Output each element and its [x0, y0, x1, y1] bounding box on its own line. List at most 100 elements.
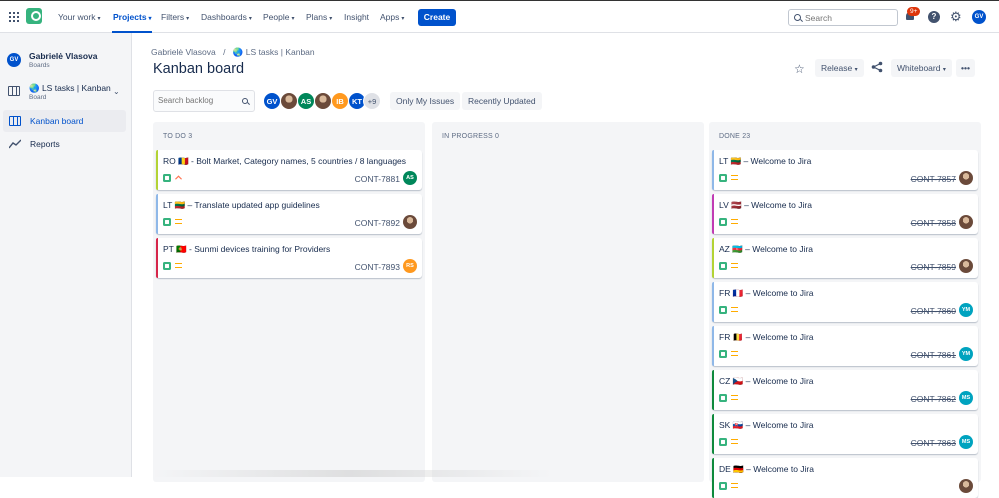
nav-people[interactable]: People ▾	[263, 12, 294, 22]
only-my-issues-filter[interactable]: Only My Issues	[390, 92, 461, 110]
priority-medium-icon	[731, 263, 738, 268]
sidebar-project-name[interactable]: 🌏 LS tasks | Kanban	[29, 83, 111, 94]
notification-count-badge: 9+	[907, 7, 921, 16]
issue-card[interactable]: DE 🇩🇪 – Welcome to Jira	[712, 458, 978, 498]
nav-plans[interactable]: Plans ▾	[306, 12, 332, 22]
card-title: RO 🇷🇴 - Bolt Market, Category names, 5 c…	[163, 156, 407, 166]
nav-filters[interactable]: Filters ▾	[161, 12, 189, 22]
search-backlog-box[interactable]	[153, 90, 255, 112]
nav-dashboards[interactable]: Dashboards ▾	[201, 12, 252, 22]
assignee-avatar[interactable]	[959, 171, 973, 185]
chevron-down-icon[interactable]: ⌄	[113, 87, 120, 96]
nav-apps[interactable]: Apps ▾	[380, 12, 404, 22]
breadcrumb-project[interactable]: 🌏 LS tasks | Kanban	[233, 47, 315, 57]
main-content: Gabrielė Vlasova / 🌏 LS tasks | Kanban K…	[132, 33, 999, 498]
card-title: LV 🇱🇻 – Welcome to Jira	[719, 200, 812, 210]
issue-card[interactable]: LT 🇱🇹 – Welcome to Jira CONT-7857	[712, 150, 978, 190]
app-switcher-icon[interactable]	[9, 12, 19, 22]
search-input[interactable]	[805, 12, 893, 23]
issue-card[interactable]: FR 🇫🇷 – Welcome to Jira CONT-7860 YM	[712, 282, 978, 322]
horizontal-scrollbar[interactable]	[152, 470, 552, 477]
column-header: TO DO 3	[163, 133, 193, 140]
card-color-stripe	[712, 238, 714, 278]
filter-avatar-as[interactable]: AS	[297, 92, 315, 110]
help-icon[interactable]: ?	[928, 11, 940, 23]
sidebar-item-label: Kanban board	[30, 116, 84, 126]
filter-avatar-photo[interactable]	[314, 92, 332, 110]
assignee-avatar[interactable]: YM	[959, 347, 973, 361]
priority-medium-icon	[731, 395, 738, 400]
column-done: DONE 23 LT 🇱🇹 – Welcome to Jira CONT-7857…	[709, 122, 981, 498]
issue-card[interactable]: PT 🇵🇹 - Sunmi devices training for Provi…	[156, 238, 422, 278]
sidebar-item-kanban-board[interactable]: Kanban board	[3, 110, 126, 132]
issue-card[interactable]: CZ 🇨🇿 – Welcome to Jira CONT-7862 MS	[712, 370, 978, 410]
card-title: LT 🇱🇹 – Translate updated app guidelines	[163, 200, 320, 210]
sidebar-item-reports[interactable]: Reports	[3, 133, 126, 155]
issue-card[interactable]: FR 🇧🇪 – Welcome to Jira CONT-7861 YM	[712, 326, 978, 366]
story-icon	[163, 262, 171, 270]
breadcrumb-user[interactable]: Gabrielė Vlasova	[151, 47, 216, 57]
assignee-avatar[interactable]	[959, 215, 973, 229]
filter-avatar-more[interactable]: +9	[363, 92, 381, 110]
create-button[interactable]: Create	[418, 9, 456, 26]
issue-key[interactable]: CONT-7861	[911, 350, 956, 360]
issue-key[interactable]: CONT-7893	[355, 262, 400, 272]
issue-key[interactable]: CONT-7858	[911, 218, 956, 228]
star-icon[interactable]: ☆	[794, 62, 805, 76]
card-title: SK 🇸🇰 – Welcome to Jira	[719, 420, 814, 430]
priority-medium-icon	[731, 175, 738, 180]
settings-gear-icon[interactable]: ⚙	[950, 10, 963, 23]
story-icon	[719, 394, 727, 402]
card-title: CZ 🇨🇿 – Welcome to Jira	[719, 376, 814, 386]
card-title: AZ 🇦🇿 – Welcome to Jira	[719, 244, 814, 254]
assignee-avatar[interactable]: YM	[959, 303, 973, 317]
issue-card[interactable]: RO 🇷🇴 - Bolt Market, Category names, 5 c…	[156, 150, 422, 190]
issue-key[interactable]: CONT-7863	[911, 438, 956, 448]
priority-medium-icon	[731, 219, 738, 224]
whiteboard-button[interactable]: Whiteboard ▾	[891, 59, 952, 77]
search-box[interactable]	[788, 9, 898, 26]
project-board-icon	[8, 86, 20, 96]
issue-card[interactable]: SK 🇸🇰 – Welcome to Jira CONT-7863 MS	[712, 414, 978, 454]
sidebar-user-avatar[interactable]: GV	[7, 53, 21, 67]
sidebar-project-sub: Board	[29, 94, 47, 101]
filter-avatar-gv[interactable]: GV	[263, 92, 281, 110]
issue-key[interactable]: CONT-7881	[355, 174, 400, 184]
user-avatar[interactable]: GV	[972, 10, 986, 24]
card-title: DE 🇩🇪 – Welcome to Jira	[719, 464, 814, 474]
issue-card[interactable]: LV 🇱🇻 – Welcome to Jira CONT-7858	[712, 194, 978, 234]
issue-key[interactable]: CONT-7857	[911, 174, 956, 184]
nav-insight[interactable]: Insight	[344, 12, 369, 22]
assignee-avatar[interactable]	[959, 479, 973, 493]
card-color-stripe	[712, 282, 714, 322]
column-header: IN PROGRESS 0	[442, 133, 500, 140]
recently-updated-filter[interactable]: Recently Updated	[462, 92, 542, 110]
filter-avatar-ib[interactable]: IB	[331, 92, 349, 110]
assignee-avatar[interactable]	[403, 215, 417, 229]
issue-card[interactable]: AZ 🇦🇿 – Welcome to Jira CONT-7859	[712, 238, 978, 278]
search-backlog-input[interactable]	[158, 96, 238, 105]
assignee-avatar[interactable]: AS	[403, 171, 417, 185]
release-button[interactable]: Release ▾	[815, 59, 864, 77]
share-icon[interactable]	[871, 61, 883, 73]
card-color-stripe	[712, 458, 714, 498]
assignee-avatar[interactable]: MS	[959, 391, 973, 405]
story-icon	[719, 306, 727, 314]
issue-key[interactable]: CONT-7859	[911, 262, 956, 272]
board-icon	[9, 116, 21, 126]
issue-key[interactable]: CONT-7860	[911, 306, 956, 316]
jira-logo-icon[interactable]	[26, 8, 42, 24]
assignee-avatar[interactable]: MS	[959, 435, 973, 449]
filter-avatar-photo[interactable]	[280, 92, 298, 110]
issue-key[interactable]: CONT-7892	[355, 218, 400, 228]
more-actions-button[interactable]: •••	[956, 59, 975, 77]
assignee-avatar[interactable]	[959, 259, 973, 273]
assignee-avatar[interactable]: RS	[403, 259, 417, 273]
sidebar-user-name[interactable]: Gabrielė Vlasova	[29, 51, 98, 61]
sidebar-item-label: Reports	[30, 139, 60, 149]
issue-card[interactable]: LT 🇱🇹 – Translate updated app guidelines…	[156, 194, 422, 234]
nav-your-work[interactable]: Your work ▾	[58, 12, 101, 22]
priority-medium-icon	[175, 263, 182, 268]
nav-projects[interactable]: Projects ▾	[113, 12, 152, 22]
issue-key[interactable]: CONT-7862	[911, 394, 956, 404]
